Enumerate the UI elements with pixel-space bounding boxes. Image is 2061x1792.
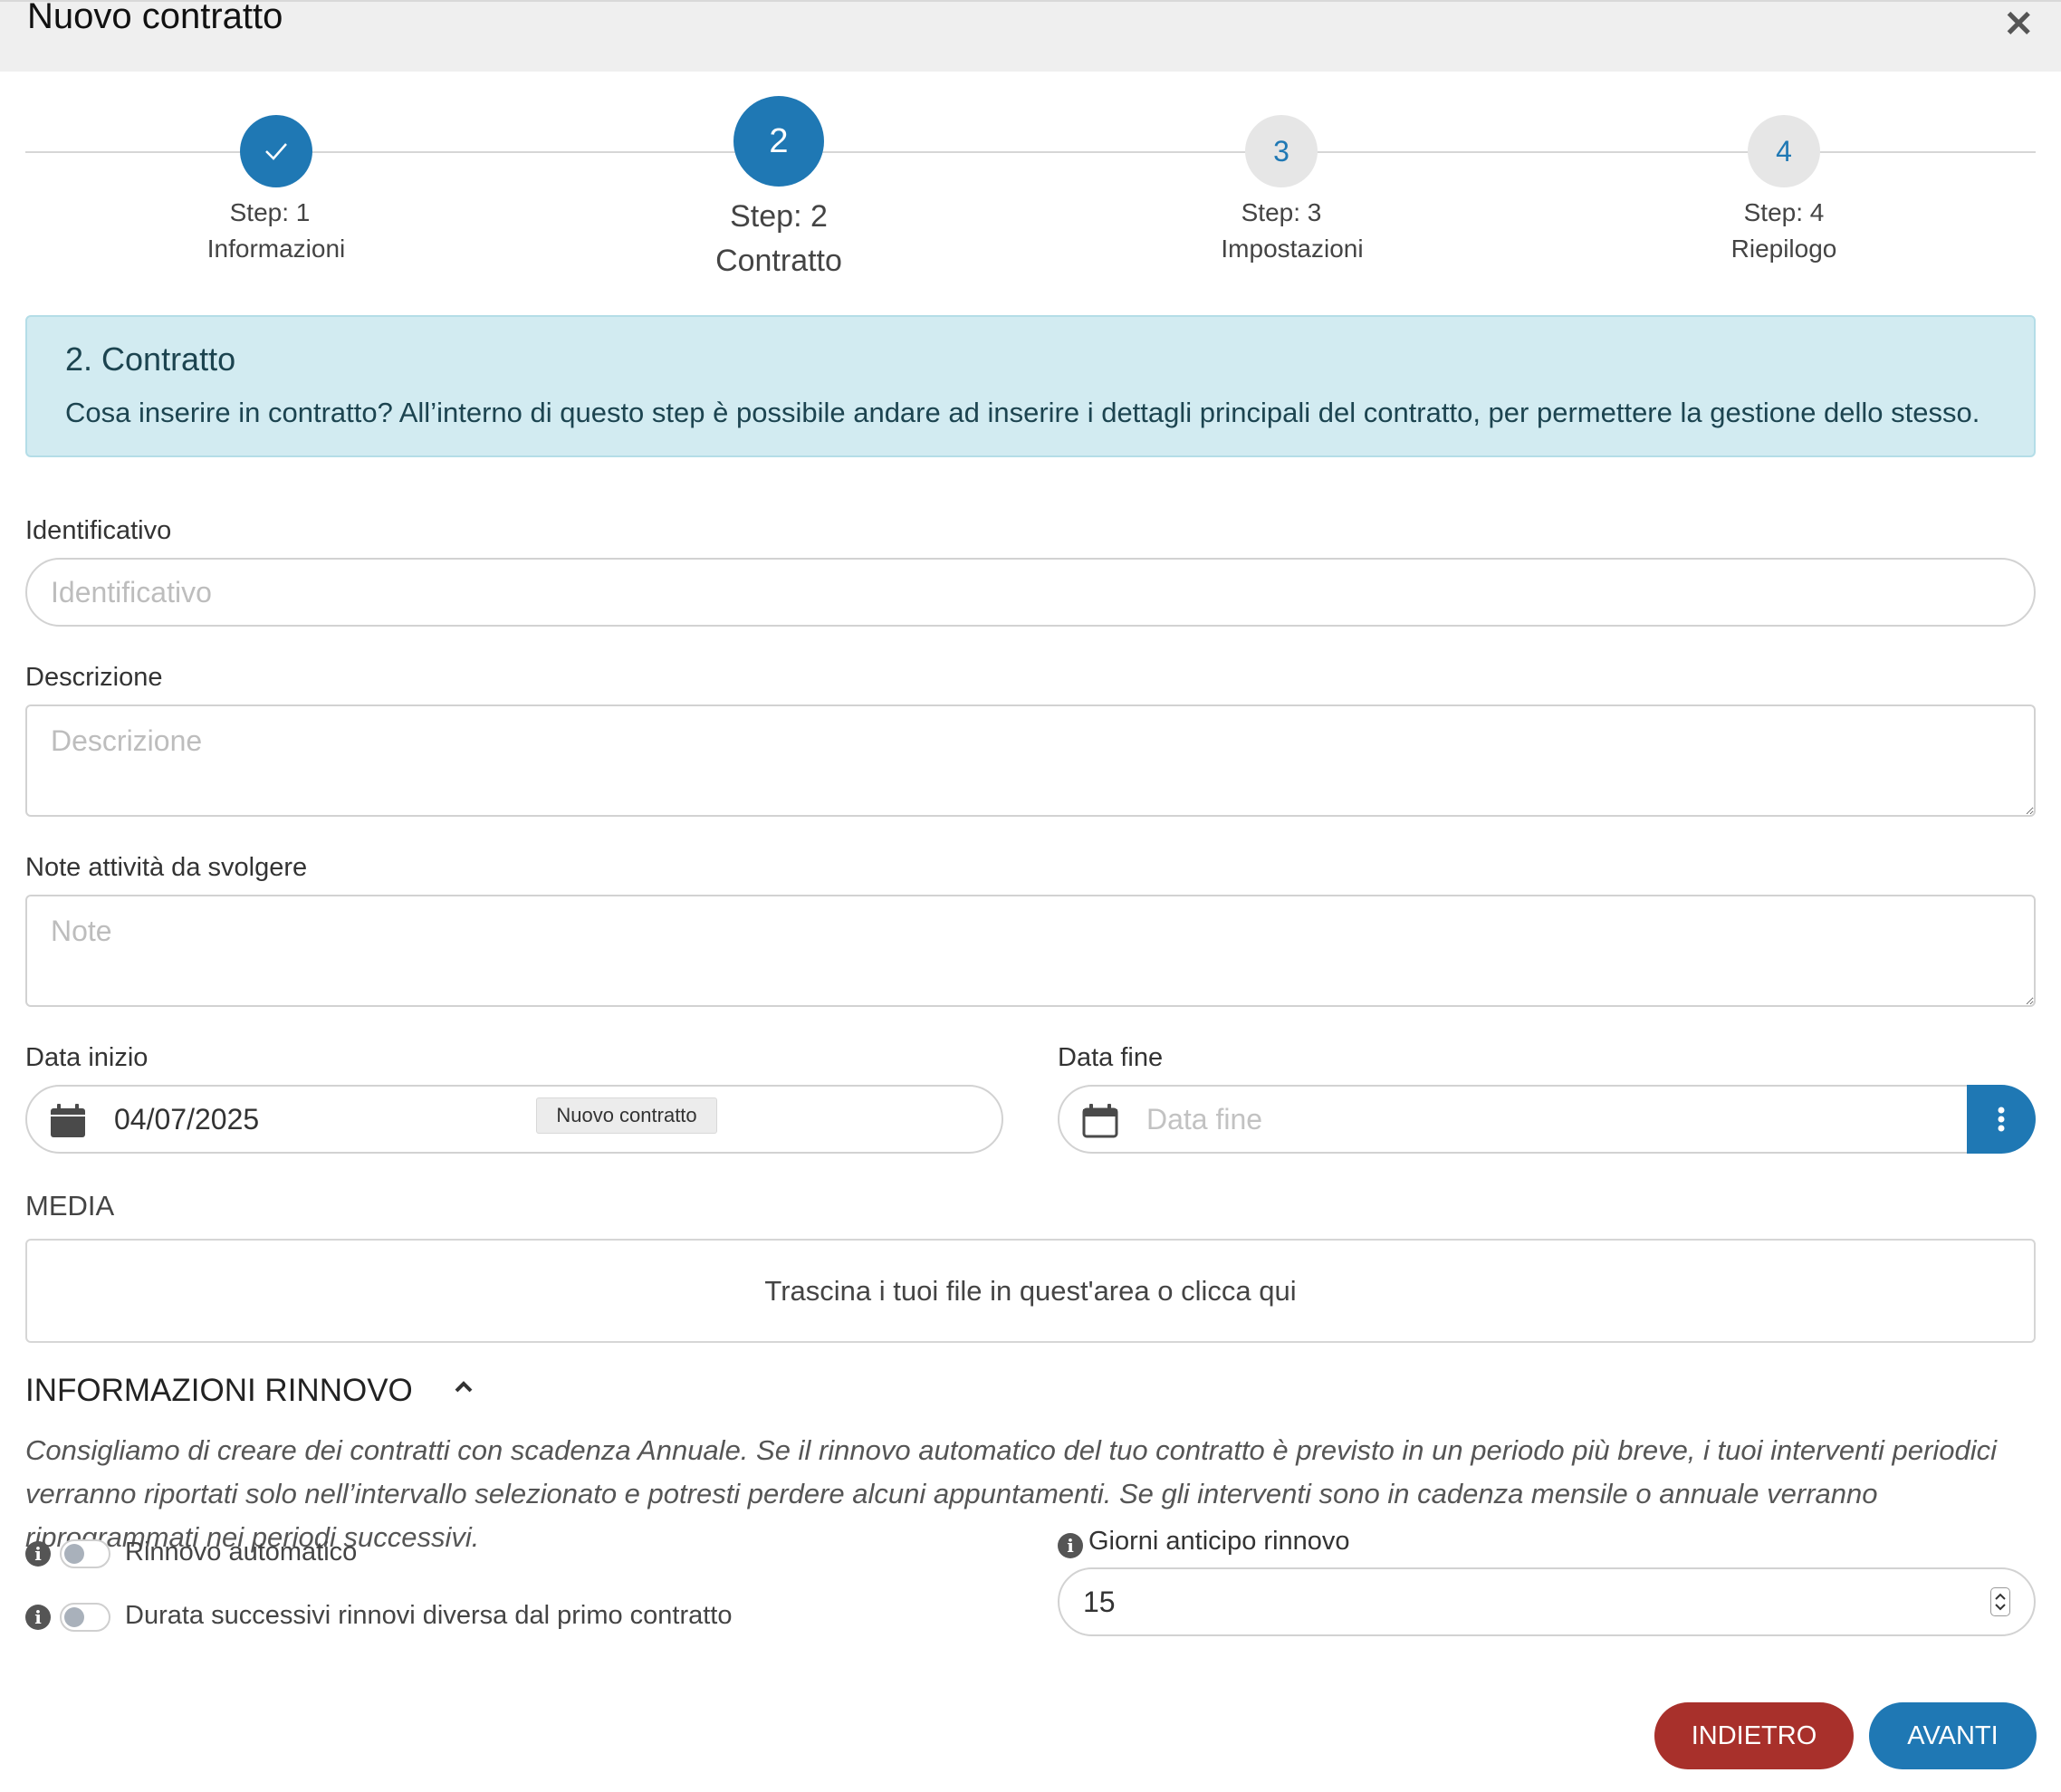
check-icon [240, 115, 312, 187]
descrizione-textarea[interactable] [25, 704, 2036, 817]
giorni-anticipo-label: i Giorni anticipo rinnovo [1058, 1527, 1350, 1558]
file-dropzone[interactable]: Trascina i tuoi file in quest'area o cli… [25, 1239, 2036, 1343]
durata-diversa-switch[interactable] [60, 1603, 110, 1632]
close-icon[interactable]: ✕ [2003, 4, 2034, 45]
calendar-outline-icon[interactable] [1081, 1103, 1119, 1144]
data-inizio-label: Data inizio [25, 1043, 149, 1072]
chevron-up-icon[interactable] [453, 1378, 475, 1399]
data-fine-label: Data fine [1058, 1043, 1164, 1072]
identificativo-label: Identificativo [25, 516, 172, 545]
info-alert-text: Cosa inserire in contratto? All’interno … [65, 397, 1980, 428]
step-1-name-label: Informazioni [206, 235, 346, 263]
step-3[interactable]: 3 Step: 3 Impostazioni [1191, 115, 1372, 264]
back-button[interactable]: INDIETRO [1654, 1702, 1854, 1769]
step-2[interactable]: 2 Step: 2 Contratto [688, 96, 869, 279]
step-3-number-label: Step: 3 [1241, 198, 1322, 226]
note-label: Note attività da svolgere [25, 853, 308, 882]
tooltip: Nuovo contratto [536, 1097, 717, 1134]
note-textarea[interactable] [25, 895, 2036, 1007]
info-icon[interactable]: i [25, 1541, 51, 1567]
next-button[interactable]: AVANTI [1869, 1702, 2037, 1769]
info-alert-title: 2. Contratto [65, 340, 236, 378]
step-4[interactable]: 4 Step: 4 Riepilogo [1693, 115, 1874, 264]
step-4-name-label: Riepilogo [1730, 235, 1837, 263]
calendar-icon[interactable] [49, 1103, 87, 1144]
step-1[interactable]: Step: 1 Informazioni [186, 115, 367, 264]
modal-title: Nuovo contratto [27, 0, 283, 36]
info-icon[interactable]: i [1058, 1533, 1083, 1558]
data-inizio-input[interactable]: 04/07/2025 [25, 1085, 1003, 1154]
step-2-circle: 2 [733, 96, 824, 187]
giorni-anticipo-text: Giorni anticipo rinnovo [1088, 1527, 1350, 1556]
renewal-section-title: INFORMAZIONI RINNOVO [25, 1373, 413, 1408]
spinner-icon[interactable] [1990, 1587, 2010, 1616]
more-options-button[interactable] [1967, 1085, 2036, 1154]
data-fine-input[interactable]: Data fine [1058, 1085, 1972, 1154]
media-label: MEDIA [25, 1190, 115, 1222]
data-inizio-value: 04/07/2025 [114, 1103, 260, 1136]
step-4-number-label: Step: 4 [1743, 198, 1825, 226]
step-3-number: 3 [1273, 134, 1289, 168]
giorni-anticipo-value: 15 [1083, 1586, 1116, 1618]
durata-diversa-label: Durata successivi rinnovi diversa dal pr… [125, 1601, 733, 1630]
step-2-name-label: Contratto [715, 244, 842, 278]
giorni-anticipo-input[interactable]: 15 [1058, 1567, 2036, 1636]
step-1-number-label: Step: 1 [229, 198, 311, 226]
step-4-number: 4 [1776, 134, 1792, 168]
step-2-number-label: Step: 2 [730, 199, 828, 234]
modal-header: Nuovo contratto ✕ [0, 0, 2061, 72]
info-alert: 2. Contratto Cosa inserire in contratto?… [25, 315, 2036, 457]
rinnovo-automatico-switch[interactable] [60, 1539, 110, 1568]
kebab-icon [1998, 1107, 2005, 1132]
identificativo-input[interactable] [25, 558, 2036, 627]
data-fine-placeholder: Data fine [1146, 1103, 1263, 1136]
switch-knob [64, 1607, 84, 1627]
step-2-number: 2 [769, 121, 789, 160]
descrizione-label: Descrizione [25, 663, 163, 692]
step-3-circle: 3 [1245, 115, 1318, 187]
switch-knob [64, 1544, 84, 1564]
step-4-circle: 4 [1748, 115, 1820, 187]
info-icon[interactable]: i [25, 1605, 51, 1630]
step-3-name-label: Impostazioni [1221, 235, 1364, 263]
rinnovo-automatico-label: Rinnovo automatico [125, 1538, 358, 1567]
